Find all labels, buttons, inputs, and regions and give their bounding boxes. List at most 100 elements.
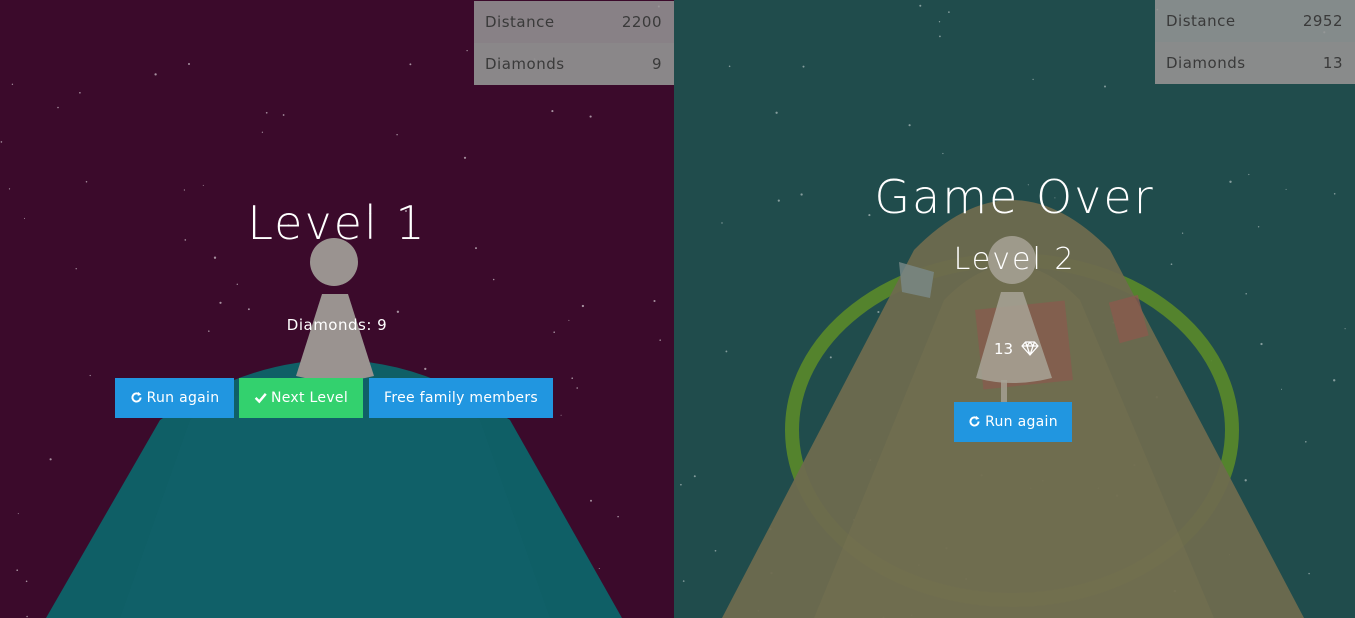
star <box>265 111 268 114</box>
star <box>617 515 619 518</box>
run-again-label: Run again <box>146 390 220 406</box>
star <box>187 62 191 66</box>
check-icon <box>254 393 267 404</box>
star <box>693 475 696 478</box>
star <box>598 567 600 570</box>
star <box>877 310 880 314</box>
star <box>728 65 731 68</box>
diamonds-value: 13 <box>1322 54 1343 72</box>
star <box>17 513 19 515</box>
score-hud: Distance 2200 Diamonds 9 <box>474 1 674 85</box>
star <box>282 114 285 116</box>
run-again-label: Run again <box>985 414 1058 430</box>
diamond-count: 13 <box>994 340 1039 358</box>
distance-value: 2952 <box>1302 12 1343 30</box>
star <box>16 569 19 572</box>
diamonds-label: Diamonds <box>1166 54 1246 72</box>
star <box>183 189 186 191</box>
diamond-count-value: 13 <box>994 340 1014 358</box>
star <box>939 35 941 38</box>
diamonds-value: 9 <box>651 55 662 73</box>
game-panel-level-1: Distance 2200 Diamonds 9 Level 1 Diamond… <box>0 0 674 618</box>
star <box>942 152 944 155</box>
level-title: Level 1 <box>247 196 427 250</box>
star <box>725 350 728 353</box>
diamond-icon <box>1021 341 1039 356</box>
diamonds-row: Diamonds 13 <box>1155 42 1355 84</box>
star <box>0 141 3 143</box>
star <box>492 278 495 281</box>
level-subtitle: Level 2 <box>953 242 1076 277</box>
star <box>590 499 592 502</box>
star <box>919 4 922 7</box>
score-hud: Distance 2952 Diamonds 13 <box>1155 0 1355 84</box>
star <box>85 181 88 183</box>
star <box>551 110 554 113</box>
star <box>680 483 682 486</box>
star <box>261 131 264 133</box>
star <box>1257 226 1260 228</box>
game-scene-left <box>0 5 661 618</box>
star <box>1308 572 1310 575</box>
star <box>1245 293 1247 295</box>
star <box>424 367 427 371</box>
star <box>1244 479 1247 482</box>
run-again-button[interactable]: Run again <box>115 378 234 418</box>
star <box>1280 388 1283 390</box>
star <box>57 106 59 109</box>
game-over-title: Game Over <box>874 170 1155 224</box>
star <box>11 83 14 85</box>
run-again-button[interactable]: Run again <box>954 402 1072 442</box>
star <box>89 374 91 377</box>
star <box>1032 78 1034 81</box>
star <box>589 115 592 118</box>
star <box>775 111 778 114</box>
next-level-button[interactable]: Next Level <box>239 378 363 418</box>
star <box>396 133 398 136</box>
star <box>466 49 468 52</box>
star <box>8 188 11 190</box>
star <box>1305 441 1307 443</box>
star <box>236 283 238 285</box>
diamonds-label: Diamonds <box>485 55 565 73</box>
game-panel-game-over: Distance 2952 Diamonds 13 Game Over Leve… <box>674 0 1355 618</box>
star <box>571 377 574 380</box>
diamonds-collected-text: Diamonds: 9 <box>286 316 388 334</box>
star <box>154 73 157 76</box>
star <box>829 356 832 359</box>
star <box>79 91 81 94</box>
star <box>576 387 578 389</box>
star <box>1260 342 1263 346</box>
star <box>219 301 222 304</box>
distance-row: Distance 2200 <box>474 1 674 43</box>
refresh-icon <box>969 415 980 427</box>
distance-label: Distance <box>485 13 555 31</box>
star <box>948 11 950 13</box>
star <box>75 268 77 270</box>
star <box>653 299 656 303</box>
star <box>202 184 204 186</box>
star <box>49 458 52 461</box>
star <box>213 256 217 259</box>
star <box>26 615 28 618</box>
star <box>714 549 717 552</box>
star <box>659 339 661 341</box>
diamonds-row: Diamonds 9 <box>474 43 674 85</box>
star <box>581 304 585 308</box>
star <box>908 124 911 127</box>
star <box>409 63 412 66</box>
next-level-label: Next Level <box>270 390 349 406</box>
star <box>802 65 805 68</box>
star <box>247 308 250 311</box>
star <box>560 414 562 416</box>
distance-label: Distance <box>1166 12 1236 30</box>
distance-row: Distance 2952 <box>1155 0 1355 42</box>
star <box>463 156 467 159</box>
star <box>1333 379 1336 382</box>
star <box>938 21 941 23</box>
star <box>682 580 685 582</box>
free-family-members-button[interactable]: Free family members <box>369 378 553 418</box>
star <box>25 580 28 583</box>
star <box>1344 328 1346 330</box>
free-family-label: Free family members <box>384 390 538 406</box>
